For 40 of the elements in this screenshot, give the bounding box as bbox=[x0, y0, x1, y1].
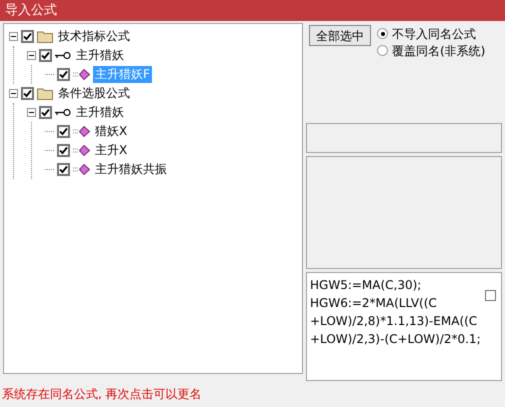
checkbox[interactable] bbox=[39, 49, 52, 62]
collapse-toggle[interactable] bbox=[27, 108, 36, 117]
checkbox[interactable] bbox=[57, 68, 70, 81]
tree-item[interactable]: 条件选股公式 bbox=[56, 85, 132, 102]
formula-icon bbox=[73, 164, 90, 175]
checkbox[interactable] bbox=[57, 125, 70, 138]
radio-button[interactable] bbox=[377, 28, 388, 39]
option-label: 覆盖同名(非系统) bbox=[392, 42, 486, 60]
checkbox[interactable] bbox=[21, 87, 34, 100]
formula-line: HGW6:=2*MA(LLV((C bbox=[310, 295, 438, 312]
status-message: 系统存在同名公式, 再次点击可以更名 bbox=[1, 386, 203, 403]
collapse-toggle[interactable] bbox=[9, 32, 18, 41]
tree-item[interactable]: 主升猎妖 bbox=[74, 104, 126, 121]
formula-line: HGW5:=MA(C,30); bbox=[310, 277, 422, 294]
tree-item[interactable]: 猎妖X bbox=[93, 123, 130, 140]
checkbox[interactable] bbox=[57, 144, 70, 157]
collapse-toggle[interactable] bbox=[27, 51, 36, 60]
checkbox[interactable] bbox=[485, 290, 496, 302]
formula-text-box[interactable]: HGW5:=MA(C,30); HGW6:=2*MA(LLV((C +LOW)/2,8)*1.1,13)-EMA((C +LOW)/2,3)-(C+LOW)/2*0.1; bbox=[306, 272, 502, 382]
folder-icon bbox=[37, 30, 53, 43]
formula-icon bbox=[73, 126, 90, 137]
radio-button[interactable] bbox=[377, 45, 388, 56]
checkbox[interactable] bbox=[57, 163, 70, 176]
folder-icon bbox=[37, 87, 53, 100]
formula-line: +LOW)/2,8)*1.1,13)-EMA((C bbox=[310, 313, 478, 330]
formula-line: +LOW)/2,3)-(C+LOW)/2*0.1; bbox=[310, 331, 482, 348]
checkbox[interactable] bbox=[21, 30, 34, 43]
tree-item[interactable]: 主升猎妖 bbox=[74, 47, 126, 64]
collapse-toggle[interactable] bbox=[9, 89, 18, 98]
key-icon bbox=[55, 108, 71, 117]
tree-item[interactable]: 技术指标公式 bbox=[56, 28, 132, 45]
formula-icon bbox=[73, 69, 90, 80]
checkbox[interactable] bbox=[39, 106, 52, 119]
key-icon bbox=[55, 51, 71, 60]
select-all-button[interactable]: 全部选中 bbox=[309, 25, 371, 46]
formula-icon bbox=[73, 145, 90, 156]
tree-item[interactable]: 主升X bbox=[93, 142, 130, 159]
title-bar: 导入公式 bbox=[0, 0, 505, 21]
tree-item[interactable]: 主升猎妖共振 bbox=[93, 161, 169, 178]
option-label: 不导入同名公式 bbox=[392, 26, 476, 42]
